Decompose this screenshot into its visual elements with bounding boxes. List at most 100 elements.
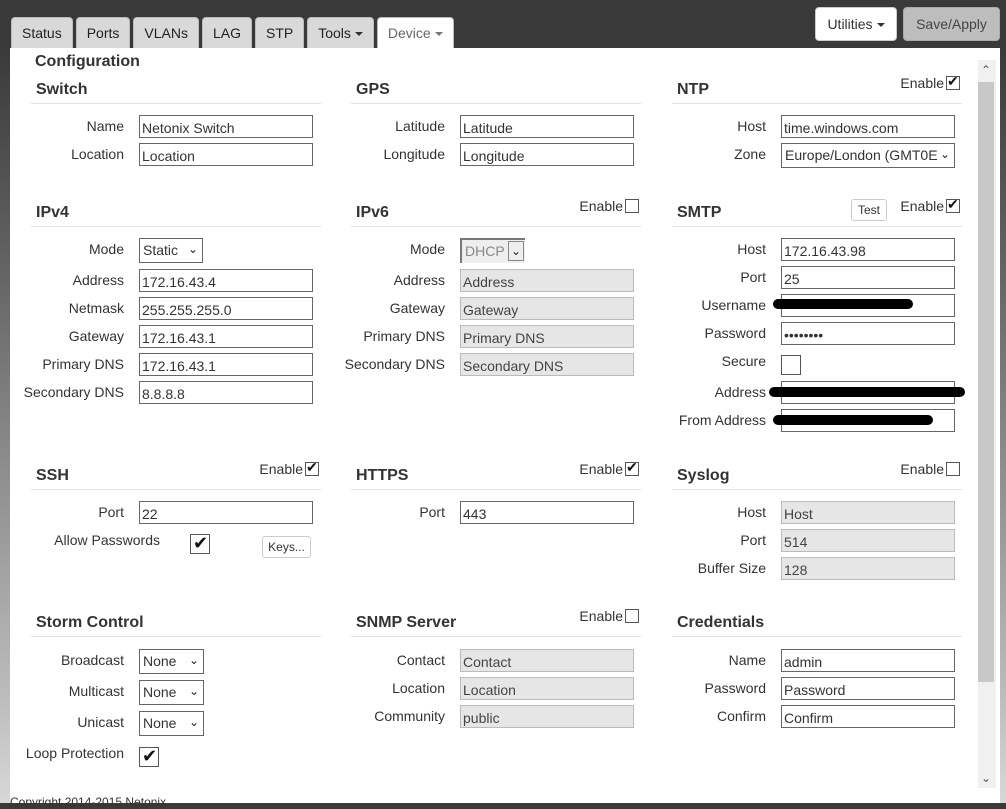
save-apply-button[interactable]: Save/Apply bbox=[903, 7, 1000, 41]
tab-status[interactable]: Status bbox=[11, 17, 73, 48]
ipv4-gateway-input[interactable]: 172.16.43.1 bbox=[139, 325, 313, 348]
ssh-port-input[interactable]: 22 bbox=[139, 501, 313, 524]
ntp-zone-select[interactable]: Europe/London (GMT0E ⌄ bbox=[781, 143, 955, 168]
label: Mode bbox=[409, 241, 445, 257]
syslog-enable: Enable bbox=[900, 461, 960, 477]
ssh-enable-checkbox[interactable] bbox=[305, 459, 319, 476]
tab-vlans[interactable]: VLANs bbox=[133, 17, 199, 48]
section-title: NTP bbox=[677, 81, 709, 98]
page-title: Configuration bbox=[35, 53, 140, 70]
syslog-buffer-input[interactable]: 128 bbox=[781, 557, 955, 580]
longitude-input[interactable]: Longitude bbox=[460, 143, 634, 166]
ipv4-secondary-dns-input[interactable]: 8.8.8.8 bbox=[139, 381, 313, 404]
section-ipv4: IPv4 bbox=[31, 196, 321, 227]
label: Latitude bbox=[395, 118, 445, 134]
ipv6-enable-checkbox[interactable] bbox=[625, 199, 639, 213]
credentials-password-input[interactable]: Password bbox=[781, 677, 955, 700]
latitude-input[interactable]: Latitude bbox=[460, 115, 634, 138]
chevron-down-icon: ⌄ bbox=[939, 147, 950, 161]
switch-name-input[interactable]: Netonix Switch bbox=[139, 115, 313, 138]
tab-lag[interactable]: LAG bbox=[201, 17, 252, 48]
tab-ports[interactable]: Ports bbox=[75, 17, 131, 48]
section-title: IPv4 bbox=[36, 204, 69, 221]
section-title: SMTP bbox=[677, 204, 722, 221]
label: Address bbox=[714, 384, 766, 400]
tab-device[interactable]: Device bbox=[376, 17, 454, 49]
label: Mode bbox=[88, 241, 124, 257]
label: Port bbox=[740, 269, 766, 285]
tab-stp[interactable]: STP bbox=[254, 17, 305, 48]
section-https: HTTPS Enable bbox=[351, 459, 641, 490]
section-syslog: Syslog Enable bbox=[672, 459, 962, 490]
ssh-allow-passwords-checkbox[interactable] bbox=[190, 533, 210, 554]
ipv4-primary-dns-input[interactable]: 172.16.43.1 bbox=[139, 353, 313, 376]
ipv6-secondary-dns-input[interactable]: Secondary DNS bbox=[460, 353, 634, 376]
label: Unicast bbox=[77, 714, 124, 730]
label: Community bbox=[374, 708, 445, 724]
scroll-up-icon[interactable]: ⌃ bbox=[978, 60, 994, 80]
label: Gateway bbox=[68, 328, 124, 344]
copyright-footer: Copyright 2014-2015 Netonix bbox=[10, 795, 167, 809]
storm-unicast-select[interactable]: None ⌄ bbox=[139, 711, 204, 736]
snmp-location-input[interactable]: Location bbox=[460, 677, 634, 700]
syslog-port-input[interactable]: 514 bbox=[781, 529, 955, 552]
label: Port bbox=[419, 504, 445, 520]
label: Address bbox=[393, 272, 445, 288]
ipv6-address-input[interactable]: Address bbox=[460, 269, 634, 292]
storm-broadcast-select[interactable]: None ⌄ bbox=[139, 649, 204, 674]
label: Password bbox=[704, 325, 766, 341]
section-title: Credentials bbox=[677, 614, 765, 631]
snmp-community-input[interactable]: public bbox=[460, 705, 634, 728]
https-enable-checkbox[interactable] bbox=[625, 459, 639, 476]
storm-multicast-select[interactable]: None ⌄ bbox=[139, 680, 204, 705]
utilities-button[interactable]: Utilities bbox=[815, 7, 897, 41]
switch-location-input[interactable]: Location bbox=[139, 143, 313, 166]
ntp-host-input[interactable]: time.windows.com bbox=[781, 115, 955, 138]
ipv6-primary-dns-input[interactable]: Primary DNS bbox=[460, 325, 634, 348]
nav-tabs: Status Ports VLANs LAG STP Tools Device bbox=[11, 17, 454, 49]
section-ssh: SSH Enable bbox=[31, 459, 321, 490]
scroll-thumb[interactable] bbox=[978, 82, 994, 682]
label: Location bbox=[71, 146, 124, 162]
ntp-enable-checkbox[interactable] bbox=[946, 73, 960, 90]
ipv4-address-input[interactable]: 172.16.43.4 bbox=[139, 269, 313, 292]
section-smtp: SMTP Enable bbox=[672, 196, 962, 227]
chevron-down-icon: ⌄ bbox=[508, 241, 524, 261]
label: Password bbox=[704, 680, 766, 696]
smtp-enable: Enable bbox=[900, 196, 960, 214]
label: Port bbox=[740, 532, 766, 548]
chevron-down-icon: ⌄ bbox=[188, 684, 199, 698]
syslog-host-input[interactable]: Host bbox=[781, 501, 955, 524]
ipv4-mode-select[interactable]: Static ⌄ bbox=[139, 238, 203, 263]
smtp-host-input[interactable]: 172.16.43.98 bbox=[781, 238, 955, 261]
label: Location bbox=[392, 680, 445, 696]
ipv6-mode-select[interactable]: DHCP ⌄ bbox=[460, 238, 525, 263]
smtp-test-button[interactable]: Test bbox=[851, 199, 887, 221]
label: Gateway bbox=[389, 300, 445, 316]
section-title: IPv6 bbox=[356, 204, 389, 221]
syslog-enable-checkbox[interactable] bbox=[946, 462, 960, 476]
smtp-secure-checkbox[interactable] bbox=[781, 355, 801, 375]
smtp-enable-checkbox[interactable] bbox=[946, 196, 960, 213]
redaction-mark bbox=[769, 387, 965, 397]
loop-protection-checkbox[interactable] bbox=[139, 746, 159, 767]
label: Allow Passwords bbox=[54, 532, 160, 548]
label: Confirm bbox=[716, 708, 766, 724]
ipv6-gateway-input[interactable]: Gateway bbox=[460, 297, 634, 320]
ipv4-netmask-input[interactable]: 255.255.255.0 bbox=[139, 297, 313, 320]
snmp-enable-checkbox[interactable] bbox=[625, 609, 639, 623]
label: Buffer Size bbox=[697, 560, 766, 576]
snmp-contact-input[interactable]: Contact bbox=[460, 649, 634, 672]
scrollbar[interactable]: ⌃ ⌄ bbox=[978, 60, 996, 788]
tab-tools[interactable]: Tools bbox=[307, 17, 374, 48]
smtp-port-input[interactable]: 25 bbox=[781, 266, 955, 289]
section-credentials: Credentials bbox=[672, 606, 962, 637]
scroll-down-icon[interactable]: ⌄ bbox=[978, 768, 994, 788]
credentials-confirm-input[interactable]: Confirm bbox=[781, 705, 955, 728]
ssh-keys-button[interactable]: Keys... bbox=[262, 536, 311, 558]
credentials-name-input[interactable]: admin bbox=[781, 649, 955, 672]
https-port-input[interactable]: 443 bbox=[460, 501, 634, 524]
smtp-password-input[interactable]: •••••••• bbox=[781, 322, 955, 345]
label: Address bbox=[72, 272, 124, 288]
section-ipv6: IPv6 Enable bbox=[351, 196, 641, 227]
